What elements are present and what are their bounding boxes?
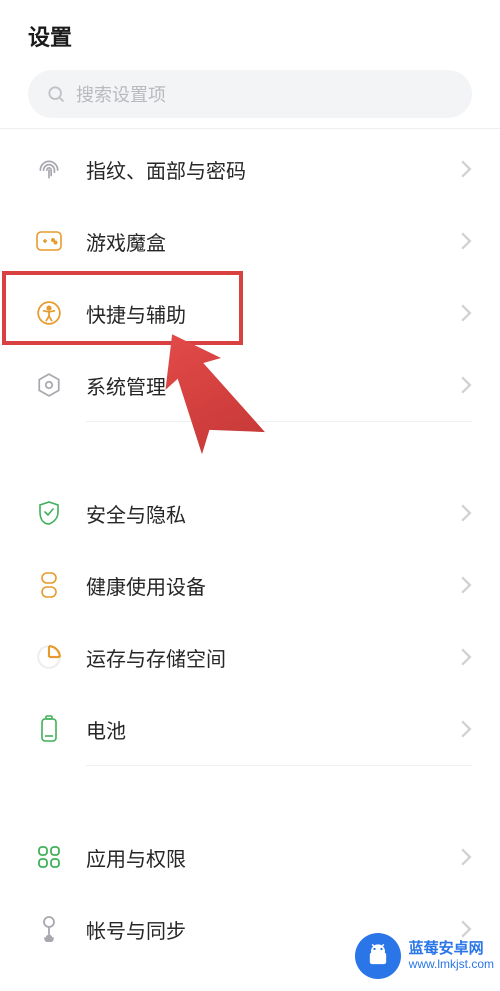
item-label: 指纹、面部与密码	[86, 155, 460, 184]
chevron-right-icon	[460, 720, 472, 738]
sync-icon	[34, 914, 64, 944]
item-label: 游戏魔盒	[86, 227, 460, 256]
gamebox-icon	[34, 226, 64, 256]
item-system-management[interactable]: 系统管理	[0, 349, 500, 421]
watermark-url: www.lmkjst.com	[409, 958, 494, 972]
chevron-right-icon	[460, 648, 472, 666]
item-label: 快捷与辅助	[86, 299, 460, 328]
item-game-box[interactable]: 游戏魔盒	[0, 205, 500, 277]
battery-icon	[34, 714, 64, 744]
item-security-privacy[interactable]: 安全与隐私	[0, 477, 500, 549]
item-fingerprint-face-password[interactable]: 指纹、面部与密码	[0, 133, 500, 205]
chevron-right-icon	[460, 504, 472, 522]
chevron-right-icon	[460, 232, 472, 250]
item-label: 应用与权限	[86, 843, 460, 872]
item-shortcuts-accessibility[interactable]: 快捷与辅助	[0, 277, 500, 349]
group-separator	[0, 765, 500, 821]
search-input[interactable]: 搜索设置项	[28, 70, 472, 118]
watermark-logo-icon	[355, 933, 401, 979]
item-label: 运存与存储空间	[86, 643, 460, 672]
apps-icon	[34, 842, 64, 872]
hourglass-icon	[34, 570, 64, 600]
watermark-title: 蓝莓安卓网	[409, 940, 494, 957]
item-label: 系统管理	[86, 371, 460, 400]
item-apps-permissions[interactable]: 应用与权限	[0, 821, 500, 893]
search-icon	[46, 84, 66, 104]
watermark: 蓝莓安卓网 www.lmkjst.com	[355, 933, 494, 979]
item-digital-wellbeing[interactable]: 健康使用设备	[0, 549, 500, 621]
shield-icon	[34, 498, 64, 528]
item-battery[interactable]: 电池	[0, 693, 500, 765]
chevron-right-icon	[460, 576, 472, 594]
item-label: 安全与隐私	[86, 499, 460, 528]
page-title: 设置	[0, 0, 500, 70]
fingerprint-icon	[34, 154, 64, 184]
chevron-right-icon	[460, 160, 472, 178]
accessibility-icon	[34, 298, 64, 328]
chevron-right-icon	[460, 304, 472, 322]
group-separator	[0, 421, 500, 477]
settings-list: 指纹、面部与密码 游戏魔盒 快捷与辅助	[0, 129, 500, 965]
item-label: 电池	[86, 715, 460, 744]
search-placeholder: 搜索设置项	[76, 81, 166, 107]
item-ram-storage[interactable]: 运存与存储空间	[0, 621, 500, 693]
chevron-right-icon	[460, 376, 472, 394]
storage-icon	[34, 642, 64, 672]
item-label: 健康使用设备	[86, 571, 460, 600]
chevron-right-icon	[460, 848, 472, 866]
system-icon	[34, 370, 64, 400]
